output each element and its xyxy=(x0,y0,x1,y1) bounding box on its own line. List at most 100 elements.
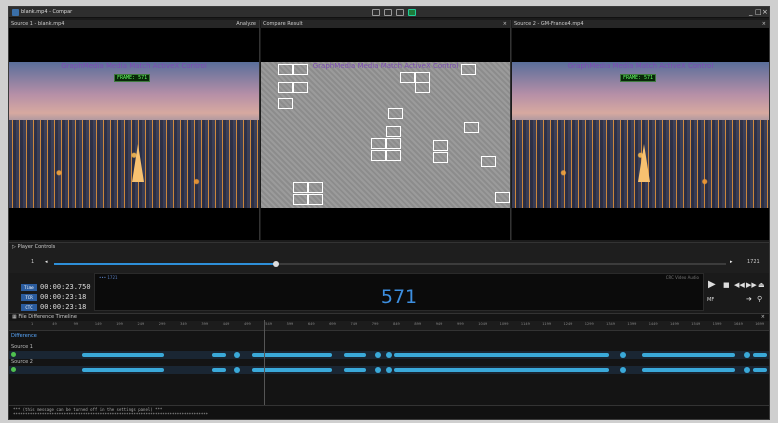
timeline-ruler[interactable]: 1 49 99 149 199 249 299 349 399 449 499 549 599 649 69… xyxy=(9,321,769,331)
ruler-tick: 699 xyxy=(329,322,336,326)
seek-progress xyxy=(54,263,276,265)
tcr-row: TCR 00:00:23:18 xyxy=(21,293,86,301)
maximize-button[interactable]: □ xyxy=(755,8,762,16)
ruler-tick: 1699 xyxy=(755,322,765,326)
time-row: Time 00:00:23.750 xyxy=(21,283,91,291)
close-button[interactable]: × xyxy=(762,8,768,16)
app-window: blank.mp4 - Compar _ □ × Source 1 - blan… xyxy=(8,6,770,420)
ruler-tick: 1199 xyxy=(542,322,552,326)
file-difference-header: ▦ File Difference Timeline × xyxy=(12,314,765,321)
ctc-row: CTC 00:00:23:18 xyxy=(21,303,86,311)
ruler-tick: 1549 xyxy=(691,322,701,326)
minimize-button[interactable]: _ xyxy=(749,8,753,16)
file-difference-panel: ▦ File Difference Timeline × 1 49 99 149 199 2… xyxy=(9,313,769,405)
source2-pane: Source 2 - GM-France4.mp4 × GraphMedia Me… xyxy=(512,20,769,240)
ruler-tick: 799 xyxy=(371,322,379,326)
open-file-icon[interactable] xyxy=(372,9,380,16)
seek-knob[interactable] xyxy=(272,261,279,267)
time-value: 00:00:23.750 xyxy=(40,283,91,291)
source1-row-label: Source 1 xyxy=(11,344,33,350)
compare-close-button[interactable]: × xyxy=(503,20,507,28)
zoom-icon[interactable]: ⚲ xyxy=(757,295,762,303)
step-forward-icon[interactable]: ▸ xyxy=(730,259,733,265)
analyze-button[interactable]: Analyze xyxy=(236,20,256,28)
ruler-tick: 1399 xyxy=(627,322,637,326)
settings-icon[interactable] xyxy=(408,9,416,16)
play-button[interactable]: ▶ xyxy=(708,279,716,290)
message-log: *** (this message can be turned off in t… xyxy=(9,405,769,419)
watermark: GraphMedia Media Match ActiveX Control xyxy=(61,62,207,70)
source1-title: Source 1 - blank.mp4 xyxy=(11,21,65,27)
current-frame-number: 571 xyxy=(380,286,418,308)
ruler-tick: 649 xyxy=(307,322,315,326)
source2-video xyxy=(512,62,769,208)
source2-close-button[interactable]: × xyxy=(762,20,766,28)
tcr-value: 00:00:23:18 xyxy=(40,293,87,301)
source1-header: Source 1 - blank.mp4 Analyze xyxy=(9,20,259,28)
ruler-tick: 499 xyxy=(244,322,251,326)
compare-title: Compare Result xyxy=(263,21,303,27)
timeline-cursor[interactable] xyxy=(264,320,265,405)
ruler-tick: 349 xyxy=(180,322,187,326)
prev-button[interactable]: ◀◀ xyxy=(734,281,745,289)
log-line-2: ****************************************… xyxy=(13,412,209,417)
ruler-tick: 1449 xyxy=(648,322,658,326)
source2-row-label: Source 2 xyxy=(11,359,33,365)
ruler-tick: 899 xyxy=(414,322,422,326)
ruler-tick: 449 xyxy=(222,322,230,326)
source2-track[interactable] xyxy=(9,366,769,374)
list-icon[interactable] xyxy=(384,9,392,16)
ruler-tick: 1649 xyxy=(733,322,743,326)
source1-track[interactable] xyxy=(9,351,769,359)
title-bar: blank.mp4 - Compar _ □ × xyxy=(9,7,769,18)
diff-close-button[interactable]: × xyxy=(761,314,765,321)
ruler-tick: 1499 xyxy=(670,322,679,326)
compare-pane: Compare Result × GraphMedia Media Match A… xyxy=(261,20,511,240)
ruler-tick: 849 xyxy=(393,322,400,326)
frame-total: ••• 1721 xyxy=(99,275,118,280)
next-button[interactable]: ▶▶ xyxy=(746,281,757,289)
mf-toggle[interactable]: MF xyxy=(707,297,714,303)
source2-title: Source 2 - GM-France4.mp4 xyxy=(514,21,584,27)
ruler-tick: 1 xyxy=(31,322,34,326)
source1-pane: Source 1 - blank.mp4 Analyze GraphMedia M… xyxy=(9,20,260,240)
view-tabs[interactable]: CRC Video Audio xyxy=(666,275,699,280)
compare-header: Compare Result × xyxy=(261,20,510,28)
source2-header: Source 2 - GM-France4.mp4 × xyxy=(512,20,769,28)
ruler-tick: 1149 xyxy=(520,322,530,326)
source2-status-icon xyxy=(11,367,16,372)
frame-overlay: FRAME: 571 xyxy=(114,74,151,82)
ruler-tick: 1099 xyxy=(499,322,509,326)
compare-icon[interactable] xyxy=(396,9,404,16)
eject-button[interactable]: ⏏ xyxy=(758,281,765,289)
ctc-label: CTC xyxy=(21,303,37,311)
difference-section-label: Difference xyxy=(11,333,37,339)
ruler-tick: 599 xyxy=(286,322,294,326)
player-controls-header[interactable]: ▷ Player Controls xyxy=(9,243,769,251)
ruler-tick: 149 xyxy=(94,322,102,326)
window-title: blank.mp4 - Compar xyxy=(21,9,73,15)
ruler-tick: 399 xyxy=(201,322,209,326)
ruler-tick: 749 xyxy=(350,322,358,326)
ruler-tick: 249 xyxy=(137,322,145,326)
file-difference-title: File Difference Timeline xyxy=(18,314,77,320)
stop-button[interactable]: ■ xyxy=(723,281,730,289)
ruler-tick: 1299 xyxy=(584,322,594,326)
ruler-tick: 949 xyxy=(435,322,443,326)
ruler-tick: 199 xyxy=(116,322,123,326)
time-label: Time xyxy=(21,283,37,291)
ruler-tick: 49 xyxy=(52,322,57,326)
ruler-tick: 549 xyxy=(265,322,272,326)
ruler-tick: 1249 xyxy=(563,322,573,326)
watermark: GraphMedia Media Match ActiveX Control xyxy=(312,62,459,70)
start-frame: 1 xyxy=(31,259,35,265)
frame-display: ••• 1721 CRC Video Audio 571 xyxy=(94,273,704,311)
seek-bar[interactable] xyxy=(54,261,726,267)
goto-icon[interactable]: ➔ xyxy=(746,295,752,303)
ruler-tick: 1049 xyxy=(478,322,488,326)
source1-video xyxy=(9,62,259,208)
compare-video xyxy=(261,62,510,208)
timecode-panel: Time 00:00:23.750 TCR 00:00:23:18 CTC 00:00… xyxy=(9,273,769,313)
step-back-icon[interactable]: ◂ xyxy=(45,259,48,265)
ruler-tick: 999 xyxy=(457,322,464,326)
